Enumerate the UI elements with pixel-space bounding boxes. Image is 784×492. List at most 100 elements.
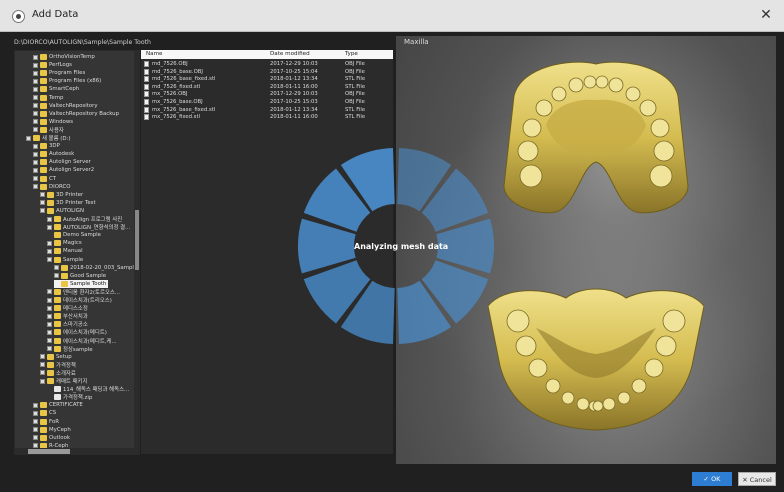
expand-toggle-icon[interactable] [33, 95, 38, 100]
tree-item[interactable]: ValtechRepository Backup [33, 110, 119, 118]
ok-button[interactable]: ✓ OK [692, 472, 732, 486]
tree-item[interactable]: 에이스치과(메디트,케... [47, 337, 117, 345]
tree-item[interactable]: 사용자 [33, 126, 64, 134]
tree-item[interactable]: Good Sample [54, 272, 106, 280]
cancel-button[interactable]: ✕ Cancel [738, 472, 776, 486]
tree-item[interactable]: 스마기공소 [47, 320, 88, 328]
tree-item[interactable]: Windows [33, 118, 73, 126]
expand-toggle-icon[interactable] [33, 435, 38, 441]
tree-item[interactable]: AutoAlign 프로그램 사진 [47, 215, 122, 223]
tree-item[interactable]: 3D Printer Test [40, 199, 96, 207]
tree-item[interactable]: Autolign Server2 [33, 166, 94, 174]
expand-toggle-icon[interactable] [47, 297, 52, 303]
expand-toggle-icon[interactable] [33, 62, 38, 68]
expand-toggle-icon[interactable] [33, 78, 38, 84]
column-header-type[interactable]: Type [345, 51, 358, 57]
tree-item[interactable]: Program Files (x86) [33, 77, 101, 85]
tree-item[interactable]: PerfLogs [33, 61, 72, 69]
tree-item[interactable]: MyCeph [33, 426, 71, 434]
tree-horizontal-scrollbar[interactable] [14, 448, 140, 455]
tree-item[interactable]: AUTOLIGN [40, 207, 84, 215]
expand-toggle-icon[interactable] [40, 378, 45, 384]
tree-item[interactable]: Manual [47, 247, 83, 255]
file-row[interactable]: mx_7526_fixed.stl 2018-01-11 16:00 STL Fil… [141, 113, 393, 121]
expand-toggle-icon[interactable] [33, 127, 38, 133]
tree-item[interactable]: CT [33, 175, 56, 183]
column-header-date[interactable]: Date modified [270, 51, 310, 57]
expand-toggle-icon[interactable] [47, 305, 52, 311]
tree-item[interactable]: Sample [47, 256, 83, 264]
tree-item[interactable]: Autolign Server [33, 158, 91, 166]
expand-toggle-icon[interactable] [33, 54, 38, 60]
tree-item[interactable]: AUTOLIGN_연향석의정 결... [47, 223, 130, 231]
tree-item[interactable]: Autodesk [33, 150, 74, 158]
expand-toggle-icon[interactable] [47, 289, 52, 295]
expand-toggle-icon[interactable] [33, 111, 38, 117]
expand-toggle-icon[interactable] [47, 346, 52, 352]
expand-toggle-icon[interactable] [47, 329, 52, 335]
expand-toggle-icon[interactable] [33, 419, 38, 424]
expand-toggle-icon[interactable] [33, 184, 38, 190]
expand-toggle-icon[interactable] [33, 410, 38, 416]
expand-toggle-icon[interactable] [40, 208, 45, 214]
tree-item[interactable]: Magics [47, 239, 82, 247]
expand-toggle-icon[interactable] [33, 167, 38, 173]
tree-item[interactable]: ValtechRepository [33, 102, 98, 110]
expand-toggle-icon[interactable] [40, 200, 45, 206]
tree-item[interactable]: DIORCO [33, 183, 70, 191]
tree-item[interactable]: 메디스소정 [47, 304, 88, 312]
expand-toggle-icon[interactable] [54, 265, 59, 271]
tree-item[interactable]: SmartCeph [33, 85, 79, 93]
expand-toggle-icon[interactable] [47, 338, 52, 343]
tree-item[interactable]: 3DP [33, 142, 60, 150]
tree-item[interactable]: 가격정책 [40, 361, 76, 369]
expand-toggle-icon[interactable] [47, 321, 52, 327]
tree-item[interactable]: 2018-02-20_003_Sampl [54, 264, 134, 272]
tree-item[interactable]: Demo Sample [47, 231, 101, 239]
column-header-name[interactable]: Name [146, 51, 163, 57]
expand-toggle-icon[interactable] [33, 143, 38, 149]
tree-item[interactable]: CERTIFICATE [33, 401, 83, 409]
tree-item[interactable]: OrthoVisionTemp [33, 53, 95, 61]
expand-toggle-icon[interactable] [40, 354, 45, 360]
tree-item[interactable]: 114_해독스 패딩과 해독스... [47, 385, 129, 393]
expand-toggle-icon[interactable] [33, 427, 38, 433]
tree-item[interactable]: Outlook [33, 434, 70, 442]
close-icon[interactable]: ✕ [758, 7, 774, 23]
tree-item[interactable]: Sample Tooth [54, 279, 109, 288]
expand-toggle-icon[interactable] [33, 402, 38, 408]
expand-toggle-icon[interactable] [54, 273, 59, 279]
tree-vertical-scrollbar[interactable] [134, 50, 140, 448]
tree-item[interactable]: 부산서치과 [47, 312, 88, 320]
tree-item[interactable]: 소개자료 [40, 369, 76, 377]
expand-toggle-icon[interactable] [47, 248, 52, 254]
expand-toggle-icon[interactable] [33, 86, 38, 92]
expand-toggle-icon[interactable] [33, 159, 38, 165]
expand-toggle-icon[interactable] [40, 192, 45, 198]
tree-item[interactable]: 정상sample [47, 345, 93, 353]
tree-item[interactable]: Program Files [33, 69, 85, 77]
expand-toggle-icon[interactable] [33, 176, 38, 181]
expand-toggle-icon[interactable] [40, 362, 45, 368]
tree-item[interactable]: 3D Printer [40, 191, 83, 199]
tree-item[interactable]: 에이스치과(메디트) [47, 328, 107, 336]
tree-item[interactable]: 새 볼륨 (D:) [26, 134, 70, 142]
expand-toggle-icon[interactable] [33, 151, 38, 157]
expand-toggle-icon[interactable] [33, 70, 38, 76]
expand-toggle-icon[interactable] [47, 257, 52, 262]
tree-item[interactable]: CS [33, 409, 56, 417]
scrollbar-thumb[interactable] [28, 449, 70, 454]
tree-item[interactable]: 데이스치과(트리오스) [47, 296, 112, 304]
folder-tree[interactable]: OrthoVisionTemp PerfLogs Program Files Prog… [14, 50, 140, 454]
tree-item[interactable]: 캐매트 패키지 [40, 377, 87, 385]
expand-toggle-icon[interactable] [33, 119, 38, 125]
tree-item[interactable]: Temp [33, 94, 63, 102]
tree-item[interactable]: 덴티움 환자2(토르오스... [47, 288, 120, 296]
expand-toggle-icon[interactable] [47, 240, 52, 246]
tree-item[interactable]: 가격정책.zip [47, 393, 92, 401]
scrollbar-thumb[interactable] [135, 210, 139, 270]
tree-item[interactable]: FoR [33, 418, 59, 426]
expand-toggle-icon[interactable] [26, 135, 31, 141]
expand-toggle-icon[interactable] [47, 216, 52, 222]
expand-toggle-icon[interactable] [47, 224, 52, 230]
